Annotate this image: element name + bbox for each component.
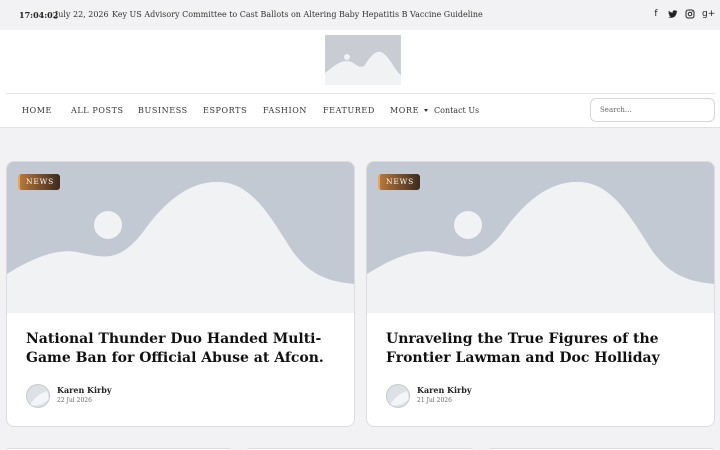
nav-fashion[interactable]: FASHION	[263, 106, 307, 115]
nav-esports[interactable]: ESPORTS	[203, 106, 247, 115]
avatar[interactable]	[26, 384, 50, 408]
post-image-placeholder[interactable]: NEWS	[367, 162, 714, 313]
nav-more-label: MORE	[390, 106, 420, 115]
category-badge[interactable]: NEWS	[18, 174, 61, 190]
author-name[interactable]: Karen Kirby	[57, 385, 112, 395]
post-title[interactable]: Unraveling the True Figures of the Front…	[386, 330, 701, 368]
instagram-icon[interactable]	[685, 9, 695, 20]
post-date: 21 Jul 2026	[417, 397, 452, 404]
google-plus-icon[interactable]: g+	[702, 9, 715, 20]
post-card[interactable]: NEWS Unraveling the True Figures of the …	[366, 161, 715, 427]
news-ticker-headline[interactable]: Key US Advisory Committee to Cast Ballot…	[112, 10, 483, 19]
current-time: 17:04:02	[19, 10, 59, 20]
nav-more[interactable]: MORE	[390, 106, 429, 115]
category-badge[interactable]: NEWS	[378, 174, 421, 190]
twitter-icon[interactable]	[668, 9, 678, 20]
facebook-icon[interactable]: f	[651, 9, 661, 20]
nav-featured[interactable]: FEATURED	[323, 106, 375, 115]
nav-contact-us[interactable]: Contact Us	[434, 106, 479, 115]
post-image-placeholder[interactable]: NEWS	[7, 162, 354, 313]
search-input[interactable]	[590, 98, 715, 122]
current-date: July 22, 2026	[55, 10, 109, 19]
site-logo[interactable]	[325, 35, 401, 85]
chevron-down-icon	[424, 108, 429, 112]
nav-business[interactable]: BUSINESS	[138, 106, 188, 115]
post-date: 22 Jul 2026	[57, 397, 92, 404]
post-card[interactable]: NEWS National Thunder Duo Handed Multi-G…	[6, 161, 355, 427]
top-bar: 17:04:02 July 22, 2026 Key US Advisory C…	[0, 0, 720, 30]
post-title[interactable]: National Thunder Duo Handed Multi-Game B…	[26, 330, 341, 368]
social-links: f g+	[651, 9, 715, 20]
author-name[interactable]: Karen Kirby	[417, 385, 472, 395]
nav-all-posts[interactable]: ALL POSTS	[71, 106, 124, 115]
nav-home[interactable]: HOME	[22, 106, 52, 115]
avatar[interactable]	[386, 384, 410, 408]
